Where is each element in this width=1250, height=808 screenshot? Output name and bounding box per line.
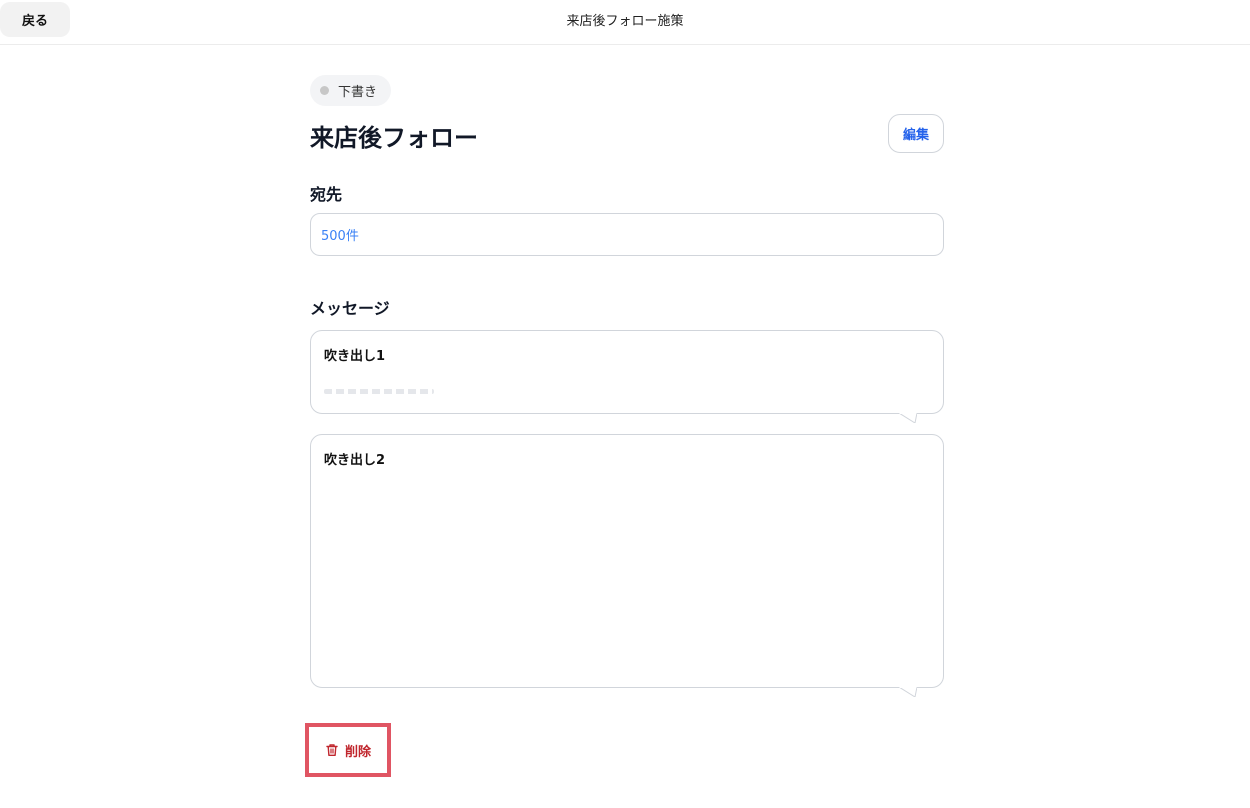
status-text: 下書き (338, 85, 378, 100)
delete-button[interactable]: 削除 (313, 731, 383, 769)
page-title: 来店後フォロー施策 (566, 14, 684, 29)
campaign-title: 来店後フォロー (310, 124, 478, 152)
message-bubble-2[interactable]: 吹き出し2 (310, 434, 944, 697)
delete-highlight-frame: 削除 (305, 723, 391, 777)
bubble-title: 吹き出し1 (324, 349, 386, 364)
edit-button[interactable]: 編集 (888, 114, 944, 153)
bubble-tail-icon (899, 413, 917, 423)
bubble-title: 吹き出し2 (324, 453, 386, 468)
trash-icon (326, 744, 338, 756)
top-bar: 戻る 来店後フォロー施策 (0, 0, 1250, 45)
messages-label: メッセージ (310, 299, 390, 318)
delete-label: 削除 (344, 744, 371, 760)
bubble-tail-icon (899, 687, 917, 697)
recipients-field[interactable]: 500件 (310, 213, 944, 256)
bubble-preview-placeholder (324, 389, 434, 394)
recipients-label: 宛先 (310, 185, 343, 204)
status-badge: 下書き (310, 75, 392, 106)
status-dot-icon (320, 86, 329, 95)
message-bubble-1[interactable]: 吹き出し1 (310, 330, 944, 423)
